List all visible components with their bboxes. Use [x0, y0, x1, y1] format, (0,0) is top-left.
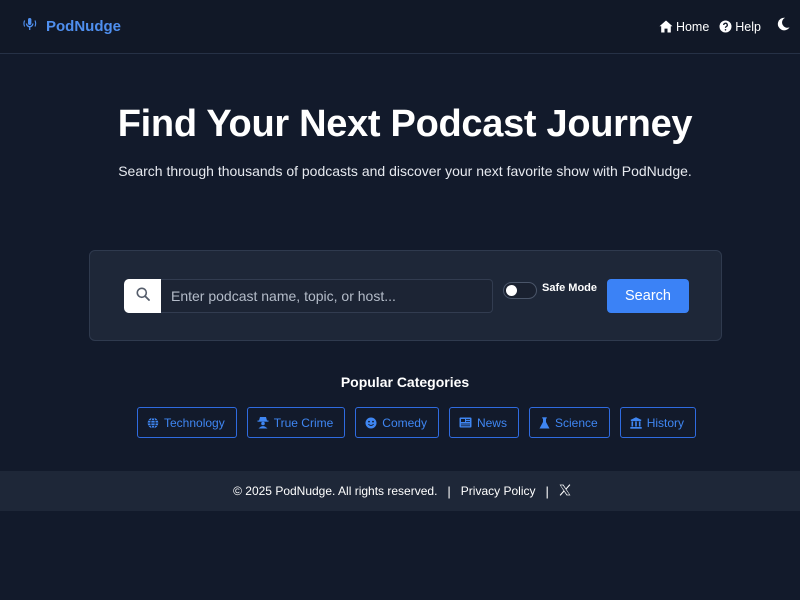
hero-title: Find Your Next Podcast Journey: [0, 103, 800, 146]
nav-help-label: Help: [735, 20, 761, 34]
category-news-button[interactable]: News: [449, 407, 519, 438]
flask-icon: [539, 417, 550, 429]
brand-name: PodNudge: [46, 18, 121, 35]
nav-home-link[interactable]: Home: [659, 20, 709, 34]
category-technology-button[interactable]: Technology: [137, 407, 237, 438]
category-history-button[interactable]: History: [620, 407, 696, 438]
question-circle-icon: [719, 20, 732, 33]
categories-list: Technology True Crime Comedy: [137, 407, 696, 438]
search-icon: [136, 287, 150, 306]
privacy-policy-link[interactable]: Privacy Policy: [461, 484, 536, 498]
newspaper-icon: [459, 417, 472, 428]
category-label: Technology: [164, 416, 225, 430]
category-science-button[interactable]: Science: [529, 407, 610, 438]
home-icon: [659, 20, 673, 33]
category-label: True Crime: [274, 416, 334, 430]
search-card: Safe Mode Search: [89, 250, 722, 341]
x-icon: [559, 485, 571, 499]
search-input[interactable]: [161, 279, 493, 313]
podcast-icon: [22, 16, 38, 37]
search-button[interactable]: Search: [607, 279, 689, 313]
category-label: Science: [555, 416, 598, 430]
landmark-icon: [630, 417, 642, 429]
nav-help-link[interactable]: Help: [719, 20, 761, 34]
categories-heading: Popular Categories: [0, 374, 800, 390]
footer-separator: |: [545, 484, 548, 499]
moon-icon: [777, 17, 790, 36]
category-label: Comedy: [382, 416, 427, 430]
hero-subtitle: Search through thousands of podcasts and…: [0, 163, 800, 179]
copyright-text: © 2025 PodNudge. All rights reserved.: [233, 484, 437, 498]
search-icon-box: [124, 279, 161, 313]
footer-separator: |: [447, 484, 450, 499]
top-navbar: PodNudge Home Help: [0, 0, 800, 54]
nav-home-label: Home: [676, 20, 709, 34]
footer: © 2025 PodNudge. All rights reserved. | …: [0, 471, 800, 511]
safe-mode-label: Safe Mode: [542, 282, 597, 294]
theme-toggle-button[interactable]: [771, 17, 790, 36]
brand-link[interactable]: PodNudge: [22, 16, 121, 37]
toggle-knob: [506, 285, 517, 296]
category-label: History: [647, 416, 684, 430]
globe-icon: [147, 417, 159, 429]
nav-menu: Home Help: [659, 17, 790, 36]
smile-icon: [365, 417, 377, 429]
user-secret-icon: [257, 416, 269, 429]
x-social-link[interactable]: [559, 484, 571, 499]
safe-mode-toggle[interactable]: [503, 282, 537, 299]
category-comedy-button[interactable]: Comedy: [355, 407, 439, 438]
category-true-crime-button[interactable]: True Crime: [247, 407, 346, 438]
category-label: News: [477, 416, 507, 430]
